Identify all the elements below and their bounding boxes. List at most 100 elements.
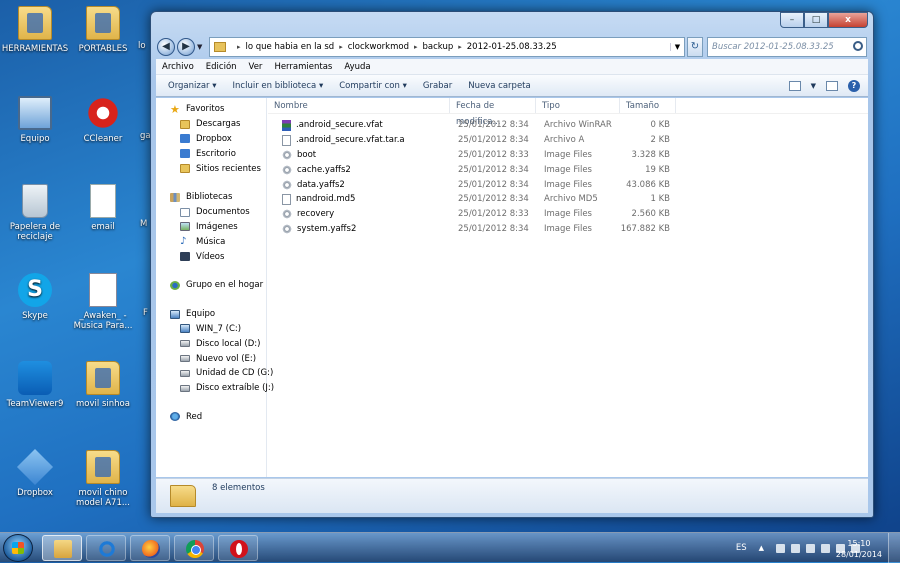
minimize-button[interactable]: –	[780, 12, 804, 28]
refresh-button[interactable]: ↻	[687, 37, 703, 57]
dropbox-tray-icon[interactable]	[776, 543, 785, 553]
file-name-cell: boot	[268, 149, 450, 160]
language-indicator[interactable]: ES	[736, 543, 747, 553]
file-row[interactable]: cache.yaffs2 25/01/2012 8:34 Image Files 19…	[268, 162, 868, 177]
breadcrumb-item[interactable]: clockworkmod	[348, 42, 409, 52]
file-name: .android_secure.vfat	[296, 120, 383, 131]
view-options-icon[interactable]	[788, 80, 801, 91]
cd-drive-icon	[180, 369, 190, 377]
nav-bibliotecas[interactable]: Bibliotecas	[156, 190, 266, 205]
desktop-partial-label: lo	[138, 41, 146, 51]
nav-drive-g[interactable]: Unidad de CD (G:)	[156, 366, 273, 381]
file-row[interactable]: .android_secure.vfat.tar.a 25/01/2012 8:3…	[268, 133, 868, 148]
taskbar-firefox[interactable]	[130, 535, 170, 561]
file-name-cell: data.yaffs2	[268, 179, 450, 190]
nav-documentos[interactable]: Documentos	[156, 205, 266, 220]
desktop-icon-email[interactable]: email	[68, 184, 138, 232]
file-row[interactable]: system.yaffs2 25/01/2012 8:34 Image Files 1…	[268, 222, 868, 237]
desktop-icon-ccleaner[interactable]: CCleaner	[68, 96, 138, 144]
nav-musica[interactable]: ♪ Música	[156, 234, 266, 249]
nav-videos[interactable]: Vídeos	[156, 249, 266, 264]
column-header-name[interactable]: Nombre	[268, 98, 450, 113]
maximize-button[interactable]: □	[804, 12, 828, 28]
breadcrumb-item[interactable]: 2012-01-25.08.33.25	[467, 42, 557, 52]
action-center-icon[interactable]	[821, 543, 830, 553]
back-button[interactable]: ◀	[157, 38, 175, 56]
burn-button[interactable]: Grabar	[415, 81, 460, 91]
nav-homegroup[interactable]: Grupo en el hogar	[156, 278, 266, 293]
desktop-partial-label: M	[140, 219, 148, 229]
view-dropdown-icon[interactable]: ▼	[811, 82, 816, 90]
file-row[interactable]: nandroid.md5 25/01/2012 8:34 Archivo MD5 1 …	[268, 192, 868, 207]
clock[interactable]: 15:10 28/01/2014	[836, 538, 882, 560]
search-icon[interactable]	[853, 41, 863, 51]
recent-pages-button[interactable]: ▼	[197, 43, 207, 51]
menu-ayuda[interactable]: Ayuda	[338, 62, 376, 72]
help-icon[interactable]: ?	[848, 79, 860, 92]
desktop-icon-skype[interactable]: S Skype	[0, 273, 70, 321]
file-name-cell: .android_secure.vfat.tar.a	[268, 134, 450, 146]
menu-edicion[interactable]: Edición	[200, 62, 243, 72]
close-button[interactable]: x	[828, 12, 868, 28]
show-desktop-button[interactable]	[888, 533, 900, 563]
column-header-type[interactable]: Tipo	[536, 98, 620, 113]
dropbox-icon	[16, 448, 54, 486]
desktop-icon-dropbox[interactable]: Dropbox	[0, 448, 70, 498]
column-header-date[interactable]: Fecha de modifica...	[450, 98, 536, 127]
nav-favorites[interactable]: ★ Favoritos	[156, 102, 266, 117]
tray-app-icon[interactable]	[791, 543, 800, 553]
search-input[interactable]: Buscar 2012-01-25.08.33.25	[707, 37, 867, 57]
desktop-icon-equipo[interactable]: Equipo	[0, 96, 70, 144]
breadcrumb-item[interactable]: lo que habia en la sd	[246, 42, 335, 52]
nav-escritorio[interactable]: Escritorio	[156, 146, 266, 161]
new-folder-button[interactable]: Nueva carpeta	[460, 81, 538, 91]
forward-button[interactable]: ▶	[177, 38, 195, 56]
file-name-cell: recovery	[268, 209, 450, 220]
internet-explorer-icon	[98, 540, 116, 558]
file-type: Image Files	[544, 209, 592, 220]
nav-red[interactable]: Red	[156, 410, 266, 425]
taskbar-explorer[interactable]	[42, 535, 82, 561]
navigation-pane: ★ Favoritos Descargas Dropbox Escritorio…	[156, 98, 274, 477]
nav-drive-e[interactable]: Nuevo vol (E:)	[156, 351, 266, 366]
show-hidden-icons-icon[interactable]: ▲	[759, 544, 764, 552]
file-row[interactable]: boot 25/01/2012 8:33 Image Files 3.328 KB	[268, 148, 868, 163]
file-row[interactable]: data.yaffs2 25/01/2012 8:34 Image Files 43.…	[268, 177, 868, 192]
nav-sitios-recientes[interactable]: Sitios recientes	[156, 161, 266, 176]
file-date: 25/01/2012 8:34	[458, 164, 529, 175]
nav-dropbox[interactable]: Dropbox	[156, 132, 266, 147]
breadcrumb-item[interactable]: backup	[423, 42, 454, 52]
address-dropdown-button[interactable]: ▼	[670, 43, 684, 51]
nav-descargas[interactable]: Descargas	[156, 117, 266, 132]
file-row[interactable]: .android_secure.vfat 25/01/2012 8:34 Archi…	[268, 118, 868, 133]
file-row[interactable]: recovery 25/01/2012 8:33 Image Files 2.560 …	[268, 207, 868, 222]
menu-archivo[interactable]: Archivo	[156, 62, 200, 72]
nav-drive-c[interactable]: WIN_7 (C:)	[156, 322, 266, 337]
preview-pane-icon[interactable]	[826, 80, 838, 91]
column-header-size[interactable]: Tamaño	[620, 98, 676, 113]
desktop-icon-awaken-music[interactable]: _Awaken_ - Musica Para...	[68, 273, 138, 331]
nav-drive-j[interactable]: Disco extraíble (J:)	[156, 381, 274, 396]
desktop-icon-movil-chino[interactable]: movil chino model A71...	[68, 450, 138, 508]
include-in-library-button[interactable]: Incluir en biblioteca ▾	[225, 81, 332, 91]
menu-herramientas[interactable]: Herramientas	[268, 62, 338, 72]
desktop-icon-herramientas[interactable]: HERRAMIENTAS	[0, 6, 70, 54]
nav-equipo[interactable]: Equipo	[156, 307, 266, 322]
taskbar-opera[interactable]	[218, 535, 258, 561]
desktop-icon-movil-sinhoa[interactable]: movil sinhoa	[68, 361, 138, 409]
share-with-button[interactable]: Compartir con ▾	[331, 81, 415, 91]
image-file-icon	[282, 164, 292, 175]
nav-drive-d[interactable]: Disco local (D:)	[156, 336, 266, 351]
chevron-right-icon: ▸	[413, 43, 418, 51]
address-bar[interactable]: ▸ lo que habia en la sd ▸ clockworkmod ▸…	[209, 37, 685, 57]
organize-button[interactable]: Organizar ▾	[160, 81, 225, 91]
start-button[interactable]	[3, 534, 33, 562]
desktop-icon-portables[interactable]: PORTABLES	[68, 6, 138, 54]
desktop-icon-teamviewer[interactable]: TeamViewer9	[0, 361, 70, 409]
menu-ver[interactable]: Ver	[243, 62, 269, 72]
taskbar-internet-explorer[interactable]	[86, 535, 126, 561]
taskbar-chrome[interactable]	[174, 535, 214, 561]
desktop-icon-recycle-bin[interactable]: Papelera de reciclaje	[0, 184, 70, 242]
nav-imagenes[interactable]: Imágenes	[156, 220, 266, 235]
tray-app-icon[interactable]	[806, 543, 815, 553]
